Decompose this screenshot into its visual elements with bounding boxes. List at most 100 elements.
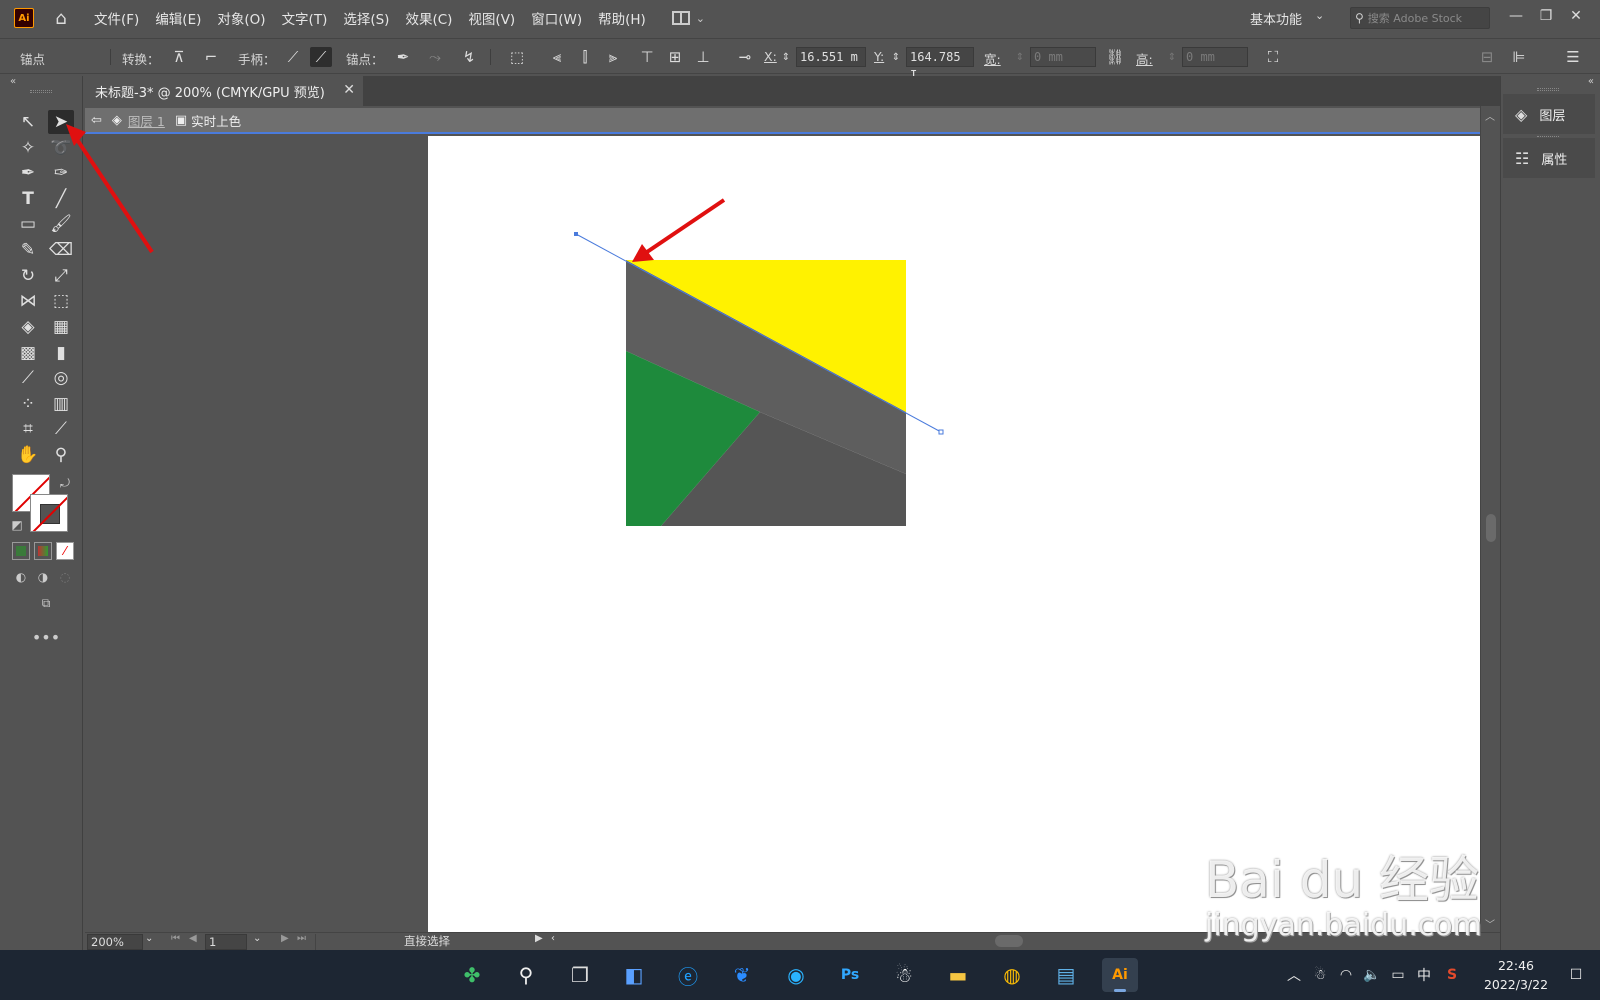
back-arrow-icon[interactable]: ⇦: [91, 113, 102, 128]
artboard[interactable]: [428, 136, 1480, 932]
next-page-icon[interactable]: ▶: [281, 933, 289, 944]
menu-window[interactable]: 窗口(W): [531, 8, 582, 28]
document-tab[interactable]: 未标题-3* @ 200% (CMYK/GPU 预览) ✕: [85, 76, 363, 106]
tray-chevron-up-icon[interactable]: ︿: [1284, 965, 1304, 985]
scale-tool-icon[interactable]: ⤢: [48, 264, 74, 288]
blend-tool-icon[interactable]: ◎: [48, 366, 74, 390]
grid-icon[interactable]: ⊟: [1476, 47, 1498, 67]
pen-tool-icon[interactable]: ✒: [15, 161, 41, 185]
notepad-icon[interactable]: ▤: [1048, 958, 1084, 992]
qq-penguin-icon[interactable]: ☃: [886, 958, 922, 992]
draw-normal-icon[interactable]: ◐: [12, 568, 30, 586]
unlink-icon[interactable]: ⛓: [1104, 47, 1126, 67]
menu-effect[interactable]: 效果(C): [405, 8, 452, 28]
anchor-point[interactable]: [574, 232, 578, 236]
edge-browser-icon[interactable]: ⓔ: [670, 958, 706, 992]
menu-view[interactable]: 视图(V): [468, 8, 515, 28]
width-input[interactable]: 0 mm: [1030, 47, 1096, 67]
breadcrumb-group[interactable]: 实时上色: [191, 111, 241, 130]
battery-icon[interactable]: ▭: [1388, 965, 1408, 985]
task-view-icon[interactable]: ❐: [562, 958, 598, 992]
feather-app-icon[interactable]: ❦: [724, 958, 760, 992]
width-tool-icon[interactable]: ⋈: [15, 289, 41, 313]
direct-selection-tool-icon[interactable]: ➤: [48, 110, 74, 134]
stroke-swatch[interactable]: [30, 494, 68, 532]
close-icon[interactable]: ✕: [343, 82, 355, 98]
artboard-tool-icon[interactable]: ⌗: [15, 417, 41, 441]
menu-edit[interactable]: 编辑(E): [155, 8, 201, 28]
rotate-tool-icon[interactable]: ↻: [15, 264, 41, 288]
chevron-down-icon[interactable]: ⌄: [1315, 9, 1324, 22]
transform-icon[interactable]: ⬚: [506, 47, 528, 67]
align-middle-icon[interactable]: ⊞: [664, 47, 686, 67]
workspace-switcher[interactable]: 基本功能: [1250, 9, 1302, 28]
perspective-grid-tool-icon[interactable]: ▦: [48, 315, 74, 339]
illustrator-icon[interactable]: Ai: [1102, 958, 1138, 992]
graph-tool-icon[interactable]: ▥: [48, 392, 74, 416]
stepper-icon[interactable]: ⇕: [1166, 47, 1178, 67]
horizontal-scroll-thumb[interactable]: [995, 935, 1023, 947]
shaper-tool-icon[interactable]: ✎: [15, 238, 41, 262]
notifications-icon[interactable]: ☐: [1566, 965, 1586, 985]
scroll-up-icon[interactable]: ︿: [1485, 108, 1495, 123]
gradient-mode-icon[interactable]: [34, 542, 52, 560]
show-handles-icon[interactable]: ⟋: [282, 47, 304, 67]
anchor-point[interactable]: [938, 429, 944, 435]
photoshop-icon[interactable]: Ps: [832, 958, 868, 992]
menu-help[interactable]: 帮助(H): [598, 8, 646, 28]
stepper-icon[interactable]: ⇕: [1014, 47, 1026, 67]
mesh-tool-icon[interactable]: ▩: [15, 341, 41, 365]
align-center-icon[interactable]: ⫿: [574, 47, 596, 67]
height-input[interactable]: 0 mm: [1182, 47, 1248, 67]
hide-handles-icon[interactable]: ⟋: [310, 47, 332, 67]
draw-behind-icon[interactable]: ◑: [34, 568, 52, 586]
scroll-down-icon[interactable]: ﹀: [1485, 916, 1495, 931]
zoom-tool-icon[interactable]: ⚲: [48, 443, 74, 467]
paintbrush-tool-icon[interactable]: 🖌: [48, 212, 74, 236]
page-select[interactable]: 1: [205, 934, 247, 950]
hand-tool-icon[interactable]: ✋: [15, 443, 41, 467]
convert-smooth-icon[interactable]: ⌐: [200, 47, 222, 67]
eyedropper-tool-icon[interactable]: ⟋: [15, 366, 41, 390]
file-explorer-icon[interactable]: ▬: [940, 958, 976, 992]
menu-file[interactable]: 文件(F): [94, 8, 139, 28]
magic-wand-tool-icon[interactable]: ✧: [15, 136, 41, 160]
chevron-down-icon[interactable]: ⌄: [696, 12, 705, 25]
search-icon[interactable]: ⚲: [508, 958, 544, 992]
align-bottom-icon[interactable]: ⊥: [692, 47, 714, 67]
start-clover-icon[interactable]: ✤: [454, 958, 490, 992]
zoom-select[interactable]: 200%: [87, 934, 143, 950]
scroll-thumb[interactable]: [1486, 514, 1496, 542]
qq-browser-icon[interactable]: ◉: [778, 958, 814, 992]
chevron-down-icon[interactable]: ⌄: [253, 933, 261, 944]
align-right-icon[interactable]: ⫸: [602, 47, 624, 67]
artwork-canvas[interactable]: [428, 136, 1480, 932]
qq-tray-icon[interactable]: ☃: [1310, 965, 1330, 985]
stock-search-input[interactable]: ⚲ 搜索 Adobe Stock: [1350, 7, 1490, 29]
sogou-ime-icon[interactable]: S: [1442, 965, 1462, 985]
widgets-icon[interactable]: ◧: [616, 958, 652, 992]
arrange-documents-icon[interactable]: [671, 11, 690, 25]
status-menu-icon[interactable]: ▶: [535, 933, 543, 944]
panel-grip[interactable]: [30, 90, 52, 93]
stepper-icon[interactable]: ⇕: [780, 47, 792, 67]
volume-icon[interactable]: 🔈: [1362, 965, 1382, 985]
eraser-tool-icon[interactable]: ⌫: [48, 238, 74, 262]
maximize-icon[interactable]: ❐: [1536, 6, 1556, 26]
selection-tool-icon[interactable]: ↖: [15, 110, 41, 134]
first-page-icon[interactable]: ⏮: [171, 933, 180, 944]
symbol-sprayer-tool-icon[interactable]: ⁘: [15, 392, 41, 416]
layers-panel-button[interactable]: ◈ 图层: [1503, 94, 1595, 134]
prev-page-icon[interactable]: ◀: [189, 933, 197, 944]
delete-anchor-icon[interactable]: ✒: [392, 47, 414, 67]
chevron-down-icon[interactable]: ⌄: [145, 933, 153, 944]
none-mode-icon[interactable]: ⁄: [56, 542, 74, 560]
free-transform-tool-icon[interactable]: ⬚: [48, 289, 74, 313]
x-input[interactable]: 16.551 m: [796, 47, 866, 67]
lasso-tool-icon[interactable]: ➰: [48, 136, 74, 160]
menu-object[interactable]: 对象(O): [217, 8, 265, 28]
wifi-icon[interactable]: ◠: [1336, 965, 1356, 985]
minimize-icon[interactable]: —: [1506, 6, 1526, 26]
system-clock[interactable]: 22:46 2022/3/22: [1476, 956, 1556, 994]
vertical-scrollbar[interactable]: ︿ ﹀: [1480, 106, 1500, 932]
